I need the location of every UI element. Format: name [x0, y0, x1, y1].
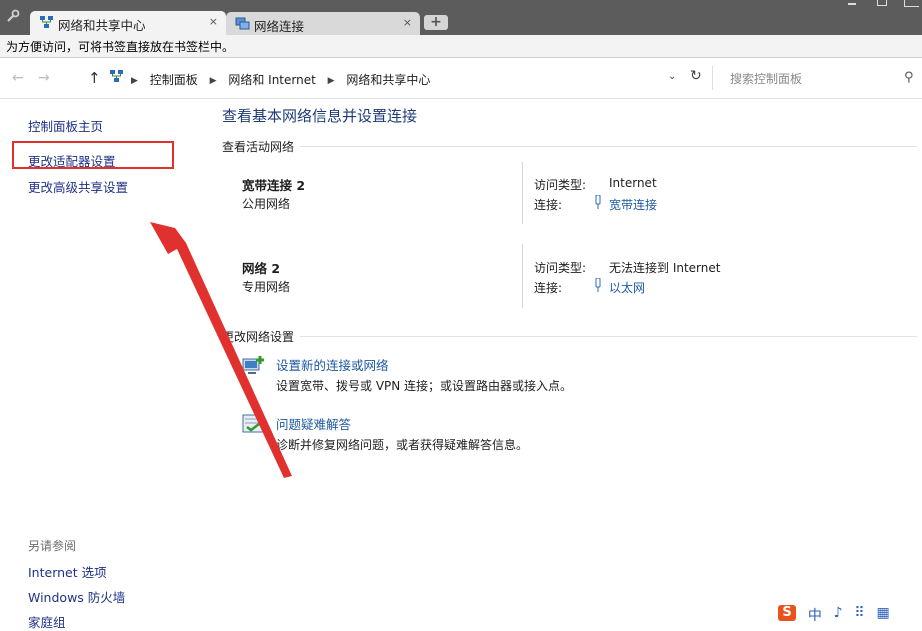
volume-icon[interactable]: ♪	[834, 605, 843, 621]
close-icon[interactable]: ×	[209, 16, 218, 28]
tab-label: 网络和共享中心	[58, 18, 146, 33]
chevron-right-icon[interactable]: ▶	[328, 76, 335, 86]
divider	[300, 146, 917, 147]
active-networks-heading: 查看活动网络	[222, 140, 295, 154]
network-name: 网络 2	[242, 261, 281, 276]
maximize-button[interactable]	[872, 0, 892, 7]
bookmark-bar-hint: 为方便访问，可将书签直接放在书签栏中。	[6, 40, 235, 54]
chevron-right-icon[interactable]: ▶	[131, 76, 138, 86]
up-button[interactable]: ↑	[88, 69, 101, 87]
access-type-value: 无法连接到 Internet	[609, 261, 721, 275]
new-tab-button[interactable]: +	[424, 15, 448, 30]
breadcrumb: ▶ 控制面板 ▶ 网络和 Internet ▶ 网络和共享中心	[131, 71, 430, 88]
minimize-button[interactable]	[842, 0, 862, 7]
divider	[712, 66, 713, 90]
refresh-button[interactable]: ↻	[690, 68, 702, 84]
tab-label: 网络连接	[254, 19, 305, 34]
wrench-icon[interactable]	[5, 8, 21, 24]
divider	[300, 336, 917, 337]
network-icon	[110, 70, 123, 82]
connection-label: 连接:	[534, 281, 563, 295]
highlight-box	[12, 141, 174, 169]
troubleshoot-icon	[242, 414, 264, 433]
see-also-internet-options[interactable]: Internet 选项	[28, 562, 107, 581]
see-also-windows-firewall[interactable]: Windows 防火墙	[28, 587, 125, 606]
page-title: 查看基本网络信息并设置连接	[222, 107, 418, 125]
see-also-title: 另请参阅	[28, 539, 77, 553]
access-type-label: 访问类型:	[534, 178, 587, 192]
tab-network-connections[interactable]: 网络连接 ×	[226, 12, 420, 35]
connection-link-broadband[interactable]: 宽带连接	[609, 196, 657, 213]
connection-label: 连接:	[534, 198, 563, 212]
network-type[interactable]: 专用网络	[242, 278, 290, 295]
network-setup-icon	[242, 356, 264, 374]
ethernet-connection-icon	[595, 278, 601, 292]
search-icon[interactable]: ⚲	[904, 70, 914, 85]
bookmark-bar: 为方便访问，可将书签直接放在书签栏中。	[0, 35, 922, 58]
back-button[interactable]: ←	[12, 70, 24, 86]
network-icon	[40, 16, 53, 28]
network-connections-icon	[235, 17, 250, 30]
system-tray: S 中 ♪ ⠿ ▦	[778, 605, 898, 625]
setup-new-connection-link[interactable]: 设置新的连接或网络	[276, 355, 389, 374]
tab-network-sharing-center[interactable]: 网络和共享中心 ×	[30, 11, 226, 35]
breadcrumb-control-panel[interactable]: 控制面板	[150, 73, 198, 87]
forward-button[interactable]: →	[38, 70, 50, 86]
task-description: 设置宽带、拨号或 VPN 连接；或设置路由器或接入点。	[276, 379, 573, 393]
chevron-right-icon[interactable]: ▶	[210, 76, 217, 86]
see-also-homegroup[interactable]: 家庭组	[28, 612, 66, 631]
sidebar-item-control-panel-home[interactable]: 控制面板主页	[28, 116, 103, 135]
access-type-value: Internet	[609, 176, 657, 190]
network-tray-icon[interactable]: ⠿	[854, 605, 864, 621]
sidebar-item-advanced-sharing[interactable]: 更改高级共享设置	[28, 177, 128, 196]
breadcrumb-network-internet[interactable]: 网络和 Internet	[228, 73, 315, 87]
network-type[interactable]: 公用网络	[242, 195, 290, 212]
keyboard-icon[interactable]: ▦	[877, 605, 890, 621]
chevron-down-icon[interactable]: ⌄	[668, 71, 676, 82]
close-window-button[interactable]	[900, 0, 920, 7]
network-name: 宽带连接 2	[242, 178, 306, 193]
change-settings-heading: 更改网络设置	[222, 330, 295, 344]
access-type-label: 访问类型:	[534, 261, 587, 275]
ime-mode-indicator[interactable]: 中	[808, 605, 822, 625]
broadband-connection-icon	[595, 195, 601, 209]
browser-titlebar: 网络和共享中心 × 网络连接 × +	[0, 0, 922, 35]
sogou-ime-icon[interactable]: S	[778, 605, 796, 621]
connection-link-ethernet[interactable]: 以太网	[609, 279, 645, 296]
task-description: 诊断并修复网络问题，或者获得疑难解答信息。	[276, 438, 529, 452]
search-input[interactable]: 搜索控制面板	[730, 70, 802, 87]
explorer-address-bar: ← → ↑ ▶ 控制面板 ▶ 网络和 Internet ▶ 网络和共享中心 ⌄ …	[0, 58, 922, 99]
divider	[522, 162, 523, 224]
troubleshoot-link[interactable]: 问题疑难解答	[276, 414, 351, 433]
close-icon[interactable]: ×	[403, 17, 412, 29]
breadcrumb-network-sharing-center[interactable]: 网络和共享中心	[346, 73, 430, 87]
divider	[522, 244, 523, 308]
